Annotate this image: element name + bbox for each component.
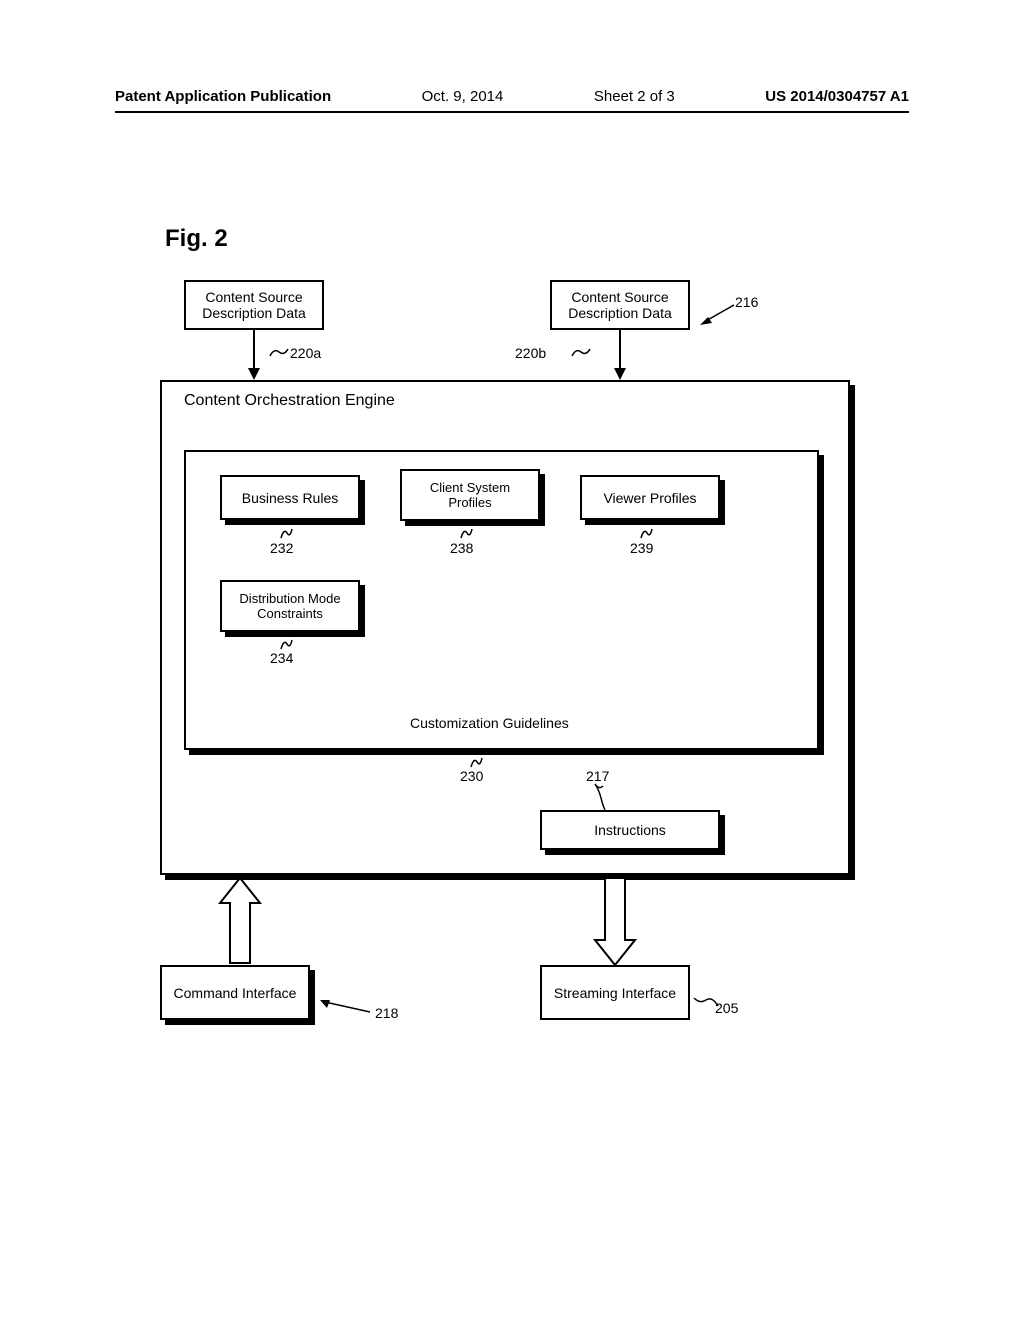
sheet-number: Sheet 2 of 3: [594, 88, 675, 105]
instructions-box: Instructions: [540, 810, 720, 850]
engine-title: Content Orchestration Engine: [184, 392, 395, 410]
publication-date: Oct. 9, 2014: [422, 88, 504, 105]
diagram-stage: Content Source Description Data Content …: [140, 280, 860, 1100]
streaming-interface-box: Streaming Interface: [540, 965, 690, 1020]
ref-234: 234: [270, 650, 293, 666]
ref-218: 218: [375, 1005, 398, 1021]
ref-217: 217: [586, 768, 609, 784]
ref-239: 239: [630, 540, 653, 556]
ref-216: 216: [735, 294, 758, 310]
publication-label: Patent Application Publication: [115, 88, 331, 105]
guidelines-title: Customization Guidelines: [410, 715, 569, 731]
client-system-profiles-box: Client System Profiles: [400, 469, 540, 521]
content-source-box-2: Content Source Description Data: [550, 280, 690, 330]
arrow-src1-down: [240, 330, 268, 382]
ref-220a: 220a: [290, 345, 321, 361]
ref-238: 238: [450, 540, 473, 556]
ref-220b: 220b: [515, 345, 546, 361]
viewer-profiles-box: Viewer Profiles: [580, 475, 720, 520]
ref-205: 205: [715, 1000, 738, 1016]
lead-218: [315, 1000, 375, 1020]
figure-label: Fig. 2: [165, 225, 228, 253]
arrow-src2-down: [606, 330, 634, 382]
tilde-220b: [570, 346, 592, 360]
ref-232: 232: [270, 540, 293, 556]
block-arrow-up: [215, 878, 265, 966]
tilde-220a: [268, 346, 290, 360]
content-source-box-1: Content Source Description Data: [184, 280, 324, 330]
block-arrow-down: [590, 878, 640, 966]
publication-number: US 2014/0304757 A1: [765, 88, 909, 105]
command-interface-box: Command Interface: [160, 965, 310, 1020]
business-rules-box: Business Rules: [220, 475, 360, 520]
page-header: Patent Application Publication Oct. 9, 2…: [115, 88, 909, 113]
distribution-mode-constraints-box: Distribution Mode Constraints: [220, 580, 360, 632]
ref-230: 230: [460, 768, 483, 784]
